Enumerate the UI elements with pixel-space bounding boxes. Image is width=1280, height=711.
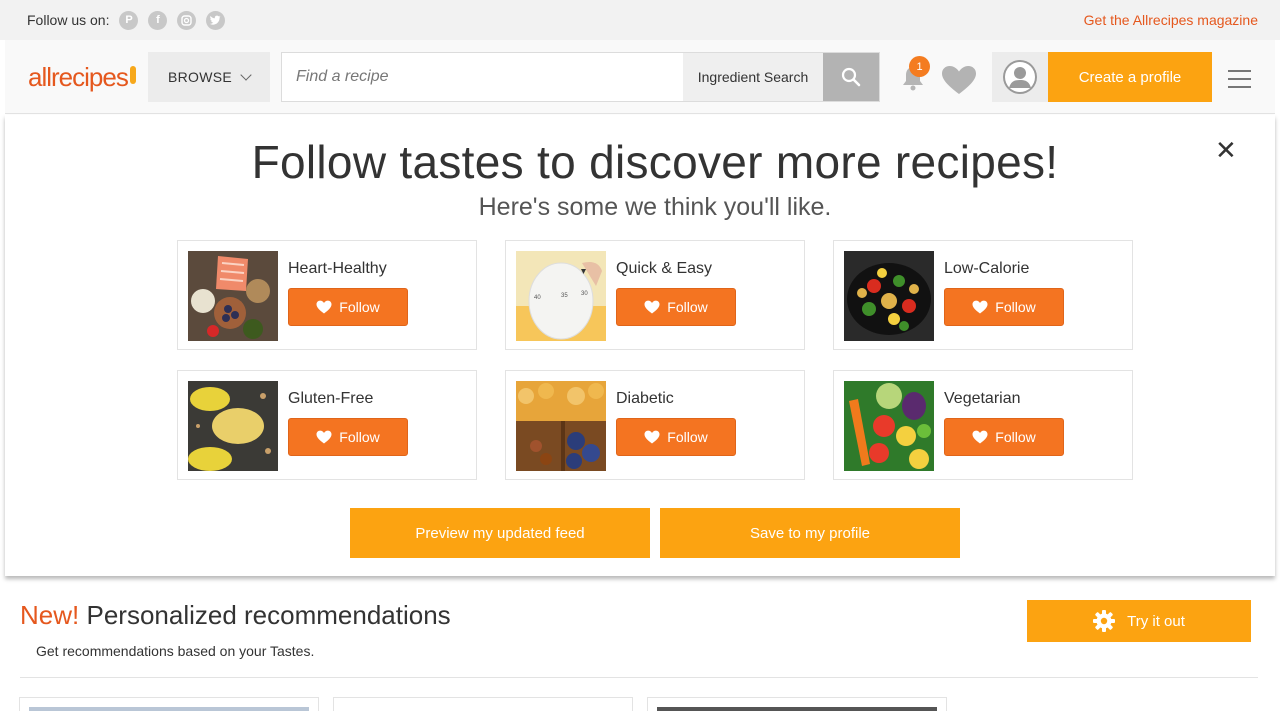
recommendations-title: New! Personalized recommendations <box>20 600 451 631</box>
recipe-card[interactable] <box>19 697 319 711</box>
logo-text: allrecipes <box>28 62 129 92</box>
site-header: allrecipes BROWSE Ingredient Search 1 Cr… <box>5 40 1275 114</box>
follow-button[interactable]: Follow <box>616 418 736 456</box>
search-input[interactable] <box>282 53 683 101</box>
browse-button[interactable]: BROWSE <box>148 52 270 102</box>
search-button[interactable] <box>823 53 879 101</box>
follow-button[interactable]: Follow <box>288 418 408 456</box>
low-calorie-image <box>844 251 934 341</box>
heart-icon <box>644 300 660 314</box>
new-label: New! <box>20 600 80 630</box>
heart-icon <box>316 430 332 444</box>
follow-label: Follow <box>995 429 1036 445</box>
try-it-out-button[interactable]: Try it out <box>1027 600 1251 642</box>
ingredient-search-label: Ingredient Search <box>697 69 809 85</box>
taste-card-low-calorie: Low-Calorie Follow <box>833 240 1133 350</box>
twitter-icon[interactable] <box>206 10 226 30</box>
follow-button[interactable]: Follow <box>944 288 1064 326</box>
divider <box>20 677 1258 678</box>
try-it-out-label: Try it out <box>1127 612 1185 630</box>
recommendations-title-text: Personalized recommendations <box>86 600 451 630</box>
heart-icon <box>972 300 988 314</box>
allrecipes-logo[interactable]: allrecipes <box>28 62 136 93</box>
tastes-subtitle: Here's some we think you'll like. <box>478 193 832 221</box>
preview-feed-button[interactable]: Preview my updated feed <box>350 508 650 558</box>
taste-card-vegetarian: Vegetarian Follow <box>833 370 1133 480</box>
vegetarian-image <box>844 381 934 471</box>
follow-us-group: Follow us on: P f <box>27 10 226 30</box>
follow-button[interactable]: Follow <box>616 288 736 326</box>
svg-text:40: 40 <box>534 295 541 301</box>
svg-text:35: 35 <box>561 293 568 299</box>
profile-avatar-button[interactable] <box>992 52 1048 102</box>
tastes-title: Follow tastes to discover more recipes! <box>251 136 1059 188</box>
gluten-free-image <box>188 381 278 471</box>
follow-us-label: Follow us on: <box>27 12 110 28</box>
magazine-link[interactable]: Get the Allrecipes magazine <box>1084 12 1258 28</box>
browse-label: BROWSE <box>167 69 233 85</box>
facebook-icon[interactable]: f <box>148 10 168 30</box>
taste-name: Low-Calorie <box>944 260 1030 277</box>
heart-icon <box>316 300 332 314</box>
taste-name: Heart-Healthy <box>288 260 387 277</box>
recipe-image <box>657 707 937 711</box>
follow-label: Follow <box>667 299 708 315</box>
taste-name: Vegetarian <box>944 390 1021 407</box>
preview-feed-label: Preview my updated feed <box>415 524 585 542</box>
create-profile-button[interactable]: Create a profile <box>1048 52 1212 102</box>
hamburger-menu-icon[interactable] <box>1228 70 1251 94</box>
search-bar: Ingredient Search <box>281 52 880 102</box>
recipe-card[interactable] <box>647 697 947 711</box>
diabetic-image <box>516 381 606 471</box>
follow-label: Follow <box>995 299 1036 315</box>
follow-tastes-panel: ✕ Follow tastes to discover more recipes… <box>5 115 1275 576</box>
save-profile-button[interactable]: Save to my profile <box>660 508 960 558</box>
logo-spoon-mark <box>129 66 136 84</box>
heart-icon <box>972 430 988 444</box>
recipe-image <box>29 707 309 711</box>
follow-label: Follow <box>339 429 380 445</box>
social-bar: Follow us on: P f Get the Allrecipes mag… <box>0 0 1280 40</box>
recipe-card[interactable] <box>333 697 633 711</box>
taste-card-quick-easy: 40 35 30 Quick & Easy Follow <box>505 240 805 350</box>
quick-easy-image: 40 35 30 <box>516 251 606 341</box>
taste-name: Gluten-Free <box>288 390 374 407</box>
recipe-image <box>343 707 623 711</box>
follow-label: Follow <box>667 429 708 445</box>
taste-name: Quick & Easy <box>616 260 713 277</box>
chevron-down-icon <box>240 69 252 81</box>
gear-icon <box>1093 610 1116 632</box>
save-profile-label: Save to my profile <box>749 524 871 542</box>
svg-text:30: 30 <box>581 291 588 297</box>
taste-card-gluten-free: Gluten-Free Follow <box>177 370 477 480</box>
taste-name: Diabetic <box>616 390 674 407</box>
taste-card-heart-healthy: Heart-Healthy Follow <box>177 240 477 350</box>
create-profile-label: Create a profile <box>1078 68 1182 86</box>
notification-badge: 1 <box>909 56 930 77</box>
search-icon <box>841 67 861 87</box>
avatar-icon <box>1003 60 1037 94</box>
taste-card-diabetic: Diabetic Follow <box>505 370 805 480</box>
follow-button[interactable]: Follow <box>288 288 408 326</box>
ingredient-search-button[interactable]: Ingredient Search <box>683 53 823 101</box>
pinterest-icon[interactable]: P <box>119 10 139 30</box>
heart-healthy-image <box>188 251 278 341</box>
heart-icon <box>644 430 660 444</box>
follow-button[interactable]: Follow <box>944 418 1064 456</box>
instagram-icon[interactable] <box>177 10 197 30</box>
favorites-heart-icon[interactable] <box>941 65 977 95</box>
recommendations-subtitle: Get recommendations based on your Tastes… <box>36 643 315 659</box>
follow-label: Follow <box>339 299 380 315</box>
